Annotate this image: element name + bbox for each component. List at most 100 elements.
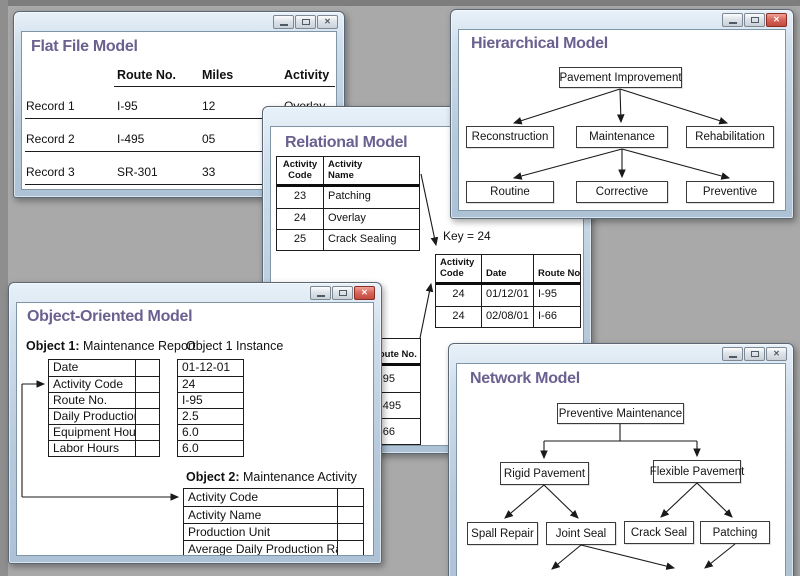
maximize-button[interactable] (295, 15, 316, 29)
table-cell: 01-12-01 (178, 360, 243, 376)
table-row: Average Daily Production Rate (184, 540, 363, 556)
node-root: Pavement Improvement (559, 67, 682, 88)
table-cell (135, 393, 159, 408)
table-row: 2.5 (178, 408, 243, 424)
maximize-button[interactable] (744, 347, 765, 361)
maximize-button[interactable] (744, 13, 765, 27)
node-level3: Joint Seal (546, 522, 616, 545)
minimize-icon (317, 295, 325, 297)
table-row: 24 Overlay (277, 208, 419, 229)
table-row: Activity Name (184, 506, 363, 523)
table-row: Equipment Hours (49, 424, 159, 440)
table-row: Activity Code (184, 489, 363, 506)
table-cell: Average Daily Production Rate (184, 541, 337, 556)
column-header-activity: Activity (284, 68, 329, 82)
desktop-left-strip (0, 0, 8, 576)
column-header-miles: Miles (202, 68, 233, 82)
object2-label-bold: Object 2: (186, 470, 240, 484)
table-row: Activity Code (49, 376, 159, 392)
table-cell: 25 (277, 230, 323, 250)
maximize-icon (302, 19, 310, 25)
table-cell (135, 441, 159, 456)
table-cell: Activity Name (184, 507, 337, 523)
table-cell: 05 (202, 132, 215, 146)
table-cell: I-66 (533, 307, 580, 327)
table-cell: Patching (323, 187, 419, 208)
node-level3: Corrective (576, 181, 668, 203)
header-rule (114, 86, 335, 87)
table-row: 24 01/12/01 I-95 (436, 285, 580, 306)
table-cell: I-495 (117, 132, 144, 146)
node-level3: Crack Seal (624, 521, 694, 544)
titlebar[interactable]: ✕ (14, 12, 344, 31)
table-cell: Equipment Hours (49, 425, 135, 440)
table-row: 23 Patching (277, 187, 419, 208)
table-row: Daily Production (49, 408, 159, 424)
table-row: Production Unit (184, 523, 363, 540)
table-row: Route No. (49, 392, 159, 408)
header-line: Code (440, 268, 464, 279)
table-row: I-95 (178, 392, 243, 408)
column-header-route: Route No. (117, 68, 176, 82)
table-row: 6.0 (178, 424, 243, 440)
table-cell: Route No. (49, 393, 135, 408)
titlebar[interactable]: ✕ (9, 283, 381, 302)
table-cell: 33 (202, 165, 215, 179)
node-level3: Routine (466, 181, 554, 203)
header-line: Code (288, 170, 312, 181)
table-cell: Production Unit (184, 524, 337, 540)
object-oriented-content: Object-Oriented Model Object 1: Maintena… (16, 302, 374, 556)
table-cell (135, 409, 159, 424)
table-cell: 01/12/01 (481, 285, 533, 306)
close-button[interactable]: ✕ (766, 347, 787, 361)
table-cell (135, 360, 159, 376)
window-hierarchical-model[interactable]: ✕ Hierarchical Model Pavement Improvemen… (450, 9, 794, 219)
table-cell: Overlay (323, 209, 419, 229)
close-button[interactable]: ✕ (766, 13, 787, 27)
header-line: Activity (328, 159, 362, 170)
table-cell (135, 425, 159, 440)
object2-label: Object 2: Maintenance Activity (186, 470, 357, 484)
minimize-button[interactable] (310, 286, 331, 300)
key-label: Key = 24 (443, 229, 491, 243)
minimize-button[interactable] (273, 15, 294, 29)
minimize-button[interactable] (722, 13, 743, 27)
titlebar[interactable]: ✕ (451, 10, 793, 29)
table-cell: I-95 (117, 99, 138, 113)
table-cell: 24 (436, 307, 481, 327)
minimize-icon (729, 356, 737, 358)
table-cell (337, 489, 363, 506)
window-network-model[interactable]: ✕ Network Model Preventive Maintenance R… (448, 343, 794, 576)
maximize-button[interactable] (332, 286, 353, 300)
maximize-icon (339, 290, 347, 296)
close-icon: ✕ (773, 16, 780, 24)
object2-table: Activity Code Activity Name Production U… (183, 488, 364, 556)
page-title: Flat File Model (31, 38, 138, 56)
network-content: Network Model Preventive Maintenance Rig… (456, 363, 786, 576)
table-cell: Crack Sealing (323, 230, 419, 250)
table-row: 24 (178, 376, 243, 392)
hierarchical-content: Hierarchical Model Pavement Improvement … (458, 29, 786, 211)
object2-label-name: Maintenance Activity (240, 470, 357, 484)
table-cell: Daily Production (49, 409, 135, 424)
table-cell: 24 (178, 377, 243, 392)
close-button[interactable]: ✕ (354, 286, 375, 300)
window-object-oriented-model[interactable]: ✕ Object-Oriented Model Object 1: Mainte… (8, 282, 382, 564)
row-label: Record 3 (26, 165, 75, 179)
close-button[interactable]: ✕ (317, 15, 338, 29)
table-cell: 24 (277, 209, 323, 229)
close-icon: ✕ (361, 289, 368, 297)
table-cell: 2.5 (178, 409, 243, 424)
table-row: 24 02/08/01 I-66 (436, 306, 580, 327)
titlebar[interactable]: ✕ (449, 344, 793, 363)
header-line: Date (486, 269, 507, 280)
table-cell: Activity Code (184, 489, 337, 506)
table-cell: SR-301 (117, 165, 158, 179)
minimize-button[interactable] (722, 347, 743, 361)
object1-instance-label: Object 1 Instance (186, 339, 283, 353)
row-label: Record 1 (26, 99, 75, 113)
header-line: Activity (283, 159, 317, 170)
object1-label-bold: Object 1: (26, 339, 80, 353)
table-cell: 24 (436, 285, 481, 306)
table-cell (337, 524, 363, 540)
